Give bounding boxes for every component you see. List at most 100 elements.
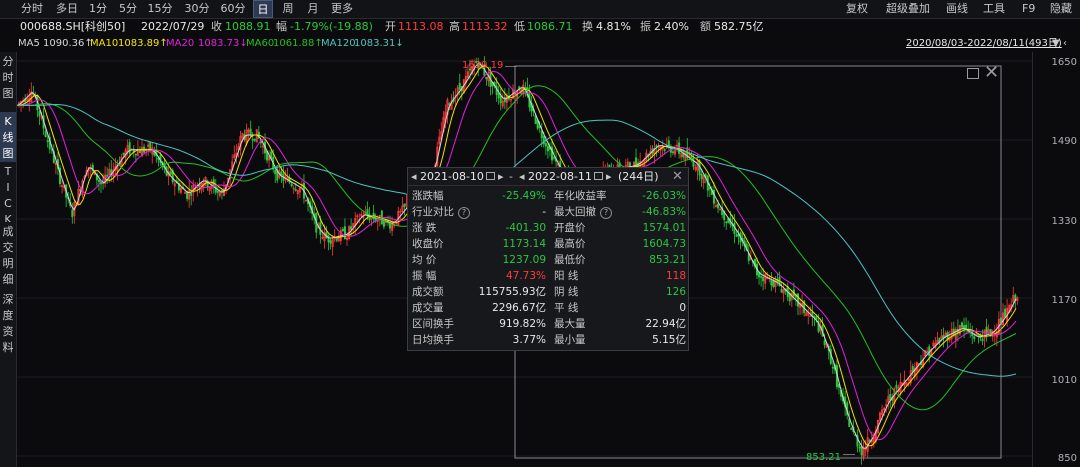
tab-1min[interactable]: 1分	[86, 0, 110, 18]
stat-label: 开盘价	[554, 222, 586, 234]
stat-row: 成交额 115755.93亿阴 线 126	[408, 285, 690, 300]
side-tab-fenshi[interactable]: 分时图	[0, 52, 17, 114]
popup-header: ◂ 2021-08-10 ▸ - ◂ 2022-08-11 ▸ (244日) ✕	[408, 168, 688, 186]
date-range[interactable]: 2020/08/03-2022/08/11(493日)	[906, 36, 1062, 52]
next-end-icon[interactable]: ▸	[606, 168, 612, 185]
candle-body	[963, 325, 966, 329]
menu-draw[interactable]: 画线	[946, 0, 968, 18]
maximize-icon[interactable]	[967, 68, 979, 79]
candle-body	[889, 394, 892, 400]
ma120-value: 1083.31↓	[354, 38, 404, 49]
menu-overlay[interactable]: 超级叠加	[886, 0, 930, 18]
candle-body	[973, 336, 976, 339]
candle-body	[341, 228, 344, 232]
stat-label: 振 幅	[412, 270, 437, 282]
high-annotation: 1639.19	[462, 60, 504, 71]
side-tab-tick[interactable]: TICK	[0, 162, 17, 226]
tab-fenshi[interactable]: 分时	[18, 0, 46, 18]
candle-body	[382, 221, 385, 227]
date-range-dropdown-icon[interactable]: ▼	[1052, 36, 1060, 52]
candle-body	[128, 142, 131, 154]
prev-end-icon[interactable]: ◂	[519, 168, 525, 185]
stat-value: -	[542, 206, 546, 218]
ma60-value: 1061.88↑	[273, 38, 323, 49]
candle-body	[546, 145, 549, 152]
menu-hide[interactable]: 隐藏	[1050, 0, 1072, 18]
tab-week[interactable]: 周	[278, 0, 298, 18]
candle-body	[981, 338, 984, 342]
stat-value: -401.30	[505, 222, 546, 234]
menu-f9[interactable]: F9	[1022, 0, 1035, 18]
y-tick: 1650	[1051, 57, 1077, 68]
candle-body	[216, 191, 219, 193]
ma20-value: 1083.73↓	[198, 38, 248, 49]
tab-30min[interactable]: 30分	[182, 0, 212, 18]
ma10-value: 1083.89↑	[118, 38, 168, 49]
stat-label: 区间换手	[412, 318, 454, 330]
stat-row: 日均换手 3.77% 最小量 5.15亿	[408, 333, 690, 348]
ma-legend: MA5 1090.36↑ MA10 1083.89↑ MA20 1083.73↓…	[0, 36, 1080, 52]
stat-row: 收盘价 1173.14 最高价 1604.73	[408, 237, 690, 252]
next-start-icon[interactable]: ▸	[498, 168, 504, 185]
candle-body	[46, 140, 49, 143]
tab-more[interactable]: 更多	[328, 0, 356, 18]
y-tick: 850	[1057, 453, 1077, 464]
ma20-label: MA20	[166, 38, 195, 49]
y-tick: 1010	[1051, 375, 1077, 386]
stat-value: 47.73%	[505, 270, 546, 282]
menu-fuquan[interactable]: 复权	[846, 0, 868, 18]
scroll-left-icon[interactable]: ‹	[1063, 36, 1067, 52]
side-tab-trades[interactable]: 成交明细	[0, 222, 17, 292]
end-date[interactable]: 2022-08-11	[528, 168, 592, 185]
candle-body	[280, 171, 283, 176]
stat-row: 涨 跌 -401.30 开盘价 1574.01	[408, 221, 690, 236]
start-calendar-icon[interactable]	[486, 172, 495, 180]
side-tab-kline[interactable]: K线图	[0, 112, 17, 164]
candle-body	[294, 189, 297, 191]
tab-duori[interactable]: 多日	[54, 0, 80, 18]
candle-body	[717, 203, 720, 209]
candle-body	[106, 174, 109, 177]
range-label: 幅	[276, 20, 287, 33]
candle-body	[540, 130, 543, 139]
end-calendar-icon[interactable]	[594, 172, 603, 180]
stat-label: 平 线	[554, 302, 579, 314]
ma5-label: MA5	[18, 38, 40, 49]
candle-body	[499, 95, 502, 104]
stat-row: 涨跌幅 -25.49% 年化收益率 -26.03%	[408, 189, 690, 204]
candle-body	[253, 138, 256, 141]
stat-value: 2296.67亿	[492, 302, 546, 314]
stat-label: 日均换手	[412, 334, 454, 346]
prev-start-icon[interactable]: ◂	[411, 168, 417, 185]
stat-label: 均 价	[412, 254, 437, 266]
candle-body	[772, 281, 775, 287]
tab-5min[interactable]: 5分	[116, 0, 140, 18]
menu-tools[interactable]: 工具	[983, 0, 1005, 18]
ma120-label: MA120	[321, 38, 356, 49]
stat-value: 5.15亿	[652, 334, 686, 346]
candle-body	[485, 76, 488, 80]
stat-value: 0	[679, 302, 686, 314]
candle-body	[350, 226, 353, 230]
candle-body	[190, 192, 193, 196]
candle-body	[544, 142, 547, 147]
close-selection-icon[interactable]: ✕	[984, 64, 999, 82]
candle-body	[858, 446, 861, 449]
candle-body	[780, 289, 783, 293]
stat-value: -26.03%	[642, 190, 686, 202]
tab-month[interactable]: 月	[303, 0, 323, 18]
open-label: 开	[385, 20, 396, 33]
stat-value: 1173.14	[502, 238, 546, 250]
amount-label: 额	[700, 20, 711, 33]
ma10-label: MA10	[90, 38, 119, 49]
candle-body	[251, 139, 254, 141]
stat-value: 853.21	[649, 254, 686, 266]
popup-close-icon[interactable]: ✕	[672, 168, 683, 185]
tab-15min[interactable]: 15分	[145, 0, 175, 18]
tab-day[interactable]: 日	[253, 0, 273, 18]
candle-body	[960, 322, 963, 328]
tab-60min[interactable]: 60分	[218, 0, 248, 18]
candle-body	[776, 280, 779, 282]
side-tab-profile[interactable]: 深度资料	[0, 290, 17, 358]
start-date[interactable]: 2021-08-10	[420, 168, 484, 185]
